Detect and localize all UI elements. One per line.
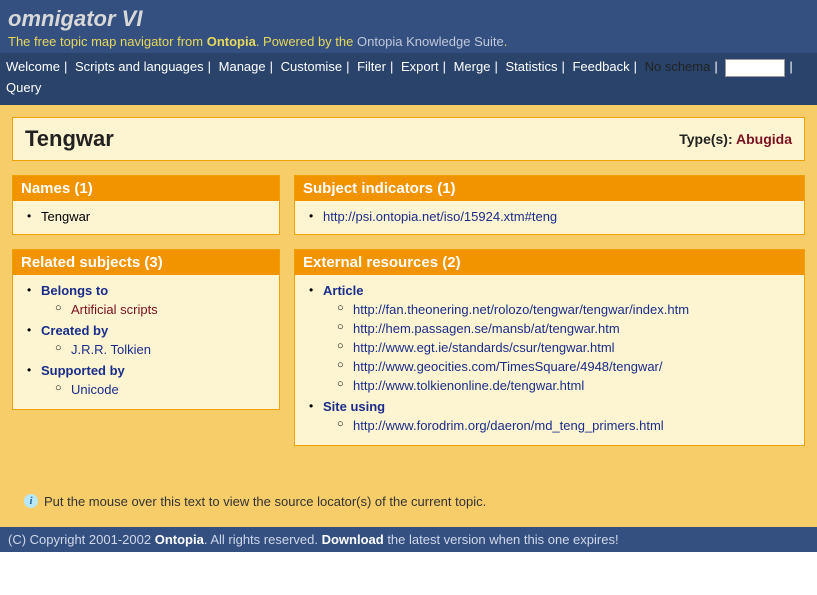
nav-noschema: No schema	[645, 59, 711, 74]
page-title: Tengwar	[25, 126, 114, 152]
related-artificial-scripts[interactable]: Artificial scripts	[71, 302, 158, 317]
related-supported-by: Supported by Unicode	[25, 361, 269, 401]
panel-names: Names (1) Tengwar	[12, 175, 280, 235]
panel-related: Related subjects (3) Belongs to Artifici…	[12, 249, 280, 410]
list-item: http://www.egt.ie/standards/csur/tengwar…	[337, 338, 794, 357]
subtitle-prefix: The free topic map navigator from	[8, 34, 207, 49]
ext-link-0[interactable]: http://fan.theonering.net/rolozo/tengwar…	[353, 302, 689, 317]
nav-statistics[interactable]: Statistics	[505, 59, 557, 74]
info-row: i Put the mouse over this text to view t…	[12, 460, 805, 515]
columns: Names (1) Tengwar Related subjects (3) B…	[12, 175, 805, 460]
subtitle-end: .	[504, 34, 508, 49]
type-link[interactable]: Abugida	[736, 131, 792, 147]
panel-si-header: Subject indicators (1)	[295, 176, 804, 201]
subtitle-mid: . Powered by the	[256, 34, 357, 49]
ext-link-2[interactable]: http://www.egt.ie/standards/csur/tengwar…	[353, 340, 615, 355]
info-icon: i	[24, 494, 38, 508]
footer-brand: Ontopia	[155, 532, 204, 547]
nav-feedback[interactable]: Feedback	[572, 59, 629, 74]
related-belongs-to: Belongs to Artificial scripts	[25, 281, 269, 321]
external-siteusing-label[interactable]: Site using	[323, 399, 385, 414]
siteusing-link-0[interactable]: http://www.forodrim.org/daeron/md_teng_p…	[353, 418, 664, 433]
list-item: http://www.geocities.com/TimesSquare/494…	[337, 357, 794, 376]
related-created-by: Created by J.R.R. Tolkien	[25, 321, 269, 361]
app-subtitle: The free topic map navigator from Ontopi…	[8, 32, 809, 49]
ext-link-1[interactable]: http://hem.passagen.se/mansb/at/tengwar.…	[353, 321, 620, 336]
header: omnigator VI The free topic map navigato…	[0, 0, 817, 53]
related-belongs-to-link[interactable]: Belongs to	[41, 283, 108, 298]
info-text[interactable]: Put the mouse over this text to view the…	[44, 494, 486, 509]
nav-manage[interactable]: Manage	[219, 59, 266, 74]
list-item: http://hem.passagen.se/mansb/at/tengwar.…	[337, 319, 794, 338]
related-tolkien[interactable]: J.R.R. Tolkien	[71, 342, 151, 357]
type-label-text: Type(s):	[679, 131, 736, 147]
left-column: Names (1) Tengwar Related subjects (3) B…	[12, 175, 280, 460]
content-area: Tengwar Type(s): Abugida Names (1) Tengw…	[0, 105, 817, 527]
title-box: Tengwar Type(s): Abugida	[12, 117, 805, 161]
nav-export[interactable]: Export	[401, 59, 439, 74]
external-siteusing: Site using http://www.forodrim.org/daero…	[307, 397, 794, 437]
list-item: http://www.tolkienonline.de/tengwar.html	[337, 376, 794, 395]
name-item: Tengwar	[25, 207, 269, 226]
external-article: Article http://fan.theonering.net/rolozo…	[307, 281, 794, 397]
external-article-label[interactable]: Article	[323, 283, 363, 298]
subtitle-suite: Ontopia Knowledge Suite	[357, 34, 504, 49]
panel-related-header: Related subjects (3)	[13, 250, 279, 275]
si-link[interactable]: http://psi.ontopia.net/iso/15924.xtm#ten…	[323, 209, 557, 224]
name-text: Tengwar	[41, 209, 90, 224]
related-unicode[interactable]: Unicode	[71, 382, 119, 397]
related-created-by-link[interactable]: Created by	[41, 323, 108, 338]
si-item: http://psi.ontopia.net/iso/15924.xtm#ten…	[307, 207, 794, 226]
nav-search-input[interactable]	[725, 59, 785, 77]
navbar: Welcome| Scripts and languages| Manage| …	[0, 53, 817, 105]
list-item: J.R.R. Tolkien	[55, 340, 269, 359]
right-column: Subject indicators (1) http://psi.ontopi…	[294, 175, 805, 460]
related-supported-by-link[interactable]: Supported by	[41, 363, 125, 378]
panel-subject-indicators: Subject indicators (1) http://psi.ontopi…	[294, 175, 805, 235]
list-item: Artificial scripts	[55, 300, 269, 319]
nav-merge[interactable]: Merge	[454, 59, 491, 74]
panel-external: External resources (2) Article http://fa…	[294, 249, 805, 446]
nav-scripts[interactable]: Scripts and languages	[75, 59, 204, 74]
ext-link-4[interactable]: http://www.tolkienonline.de/tengwar.html	[353, 378, 584, 393]
footer-copy-prefix: (C) Copyright 2001-2002	[8, 532, 155, 547]
type-label: Type(s): Abugida	[679, 131, 792, 147]
list-item: http://www.forodrim.org/daeron/md_teng_p…	[337, 416, 794, 435]
footer-mid: . All rights reserved.	[204, 532, 322, 547]
panel-external-header: External resources (2)	[295, 250, 804, 275]
list-item: Unicode	[55, 380, 269, 399]
footer-download-link[interactable]: Download	[322, 532, 384, 547]
ext-link-3[interactable]: http://www.geocities.com/TimesSquare/494…	[353, 359, 663, 374]
list-item: http://fan.theonering.net/rolozo/tengwar…	[337, 300, 794, 319]
nav-welcome[interactable]: Welcome	[6, 59, 60, 74]
panel-names-header: Names (1)	[13, 176, 279, 201]
subtitle-brand: Ontopia	[207, 34, 256, 49]
nav-customise[interactable]: Customise	[281, 59, 342, 74]
nav-filter[interactable]: Filter	[357, 59, 386, 74]
footer-tail: the latest version when this one expires…	[384, 532, 619, 547]
nav-query[interactable]: Query	[6, 80, 41, 95]
footer: (C) Copyright 2001-2002 Ontopia. All rig…	[0, 527, 817, 552]
app-title: omnigator VI	[8, 6, 809, 32]
